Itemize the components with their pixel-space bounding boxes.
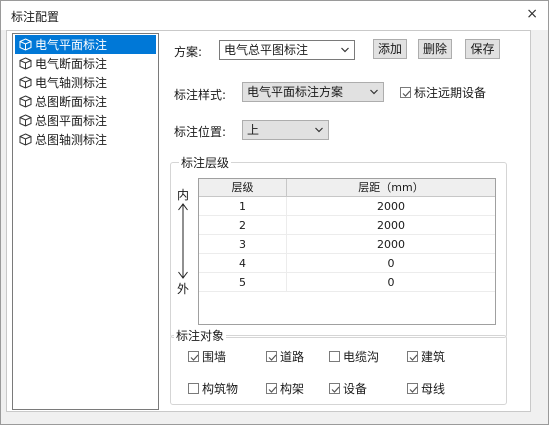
cable-trench-checkbox[interactable]: 电缆沟: [329, 348, 379, 364]
levels-group-title: 标注层级: [179, 154, 232, 171]
checkbox-label: 母线: [421, 381, 446, 396]
cube-icon: [19, 57, 32, 70]
table-cell-spacing[interactable]: 0: [287, 254, 495, 273]
far-devices-checkbox[interactable]: 标注远期设备: [400, 84, 486, 100]
equipment-checkbox[interactable]: 设备: [329, 380, 367, 396]
tree-item-site-plan[interactable]: 总图平面标注: [15, 111, 156, 130]
table-cell-level[interactable]: 2: [199, 216, 287, 235]
scheme-label: 方案:: [174, 45, 203, 59]
add-button[interactable]: 添加: [373, 39, 407, 59]
table-cell-level[interactable]: 5: [199, 273, 287, 292]
cube-icon: [19, 95, 32, 108]
table-cell-spacing[interactable]: 0: [287, 273, 495, 292]
column-header-spacing: 层距（mm）: [287, 179, 495, 197]
style-label: 标注样式:: [174, 88, 227, 102]
style-select-value: 电气平面标注方案: [247, 85, 344, 99]
tree-item-electrical-axonometric[interactable]: 电气轴测标注: [15, 73, 156, 92]
content-panel: 电气平面标注 电气断面标注 电气轴测标注 总图断面标注 总图平面标注 总图轴测标…: [6, 30, 531, 412]
save-button[interactable]: 保存: [465, 39, 500, 59]
vertical-double-arrow-icon: [178, 203, 188, 279]
table-cell-spacing[interactable]: 2000: [287, 216, 495, 235]
levels-table: 层级 层距（mm） 1 2000 2 2000 3 2000 4 0 5 0: [198, 178, 496, 325]
road-checkbox[interactable]: 道路: [266, 348, 304, 364]
checkbox-box: [329, 350, 340, 362]
chevron-down-icon: [370, 89, 378, 95]
tree-item-label: 总图平面标注: [35, 114, 108, 128]
column-header-level: 层级: [199, 179, 287, 197]
wall-checkbox[interactable]: 围墙: [188, 348, 226, 364]
busbar-checkbox[interactable]: 母线: [407, 380, 445, 396]
position-label: 标注位置:: [174, 125, 227, 139]
delete-button[interactable]: 删除: [418, 39, 452, 59]
checkbox-label: 设备: [343, 381, 368, 396]
tree-item-label: 电气平面标注: [35, 38, 108, 52]
chevron-down-icon: [341, 47, 349, 53]
cube-icon: [19, 38, 32, 51]
tree-item-site-axonometric[interactable]: 总图轴测标注: [15, 130, 156, 149]
position-select[interactable]: 上: [242, 120, 329, 140]
checkbox-label: 构架: [280, 381, 305, 396]
tree-item-label: 总图断面标注: [35, 95, 108, 109]
checkbox-box: [329, 382, 340, 394]
table-cell-spacing[interactable]: 2000: [287, 235, 495, 254]
scheme-tree: 电气平面标注 电气断面标注 电气轴测标注 总图断面标注 总图平面标注 总图轴测标…: [12, 33, 159, 410]
checkbox-label: 标注远期设备: [414, 85, 487, 100]
cube-icon: [19, 133, 32, 146]
window-title: 标注配置: [11, 10, 60, 24]
objects-group-title: 标注对象: [174, 327, 227, 344]
tree-item-label: 总图轴测标注: [35, 133, 108, 147]
checkbox-box: [407, 382, 418, 394]
tree-item-electrical-section[interactable]: 电气断面标注: [15, 54, 156, 73]
tree-item-site-section[interactable]: 总图断面标注: [15, 92, 156, 111]
checkbox-box: [400, 86, 411, 98]
checkbox-label: 围墙: [202, 349, 227, 364]
inner-label: 内: [177, 188, 190, 202]
building-checkbox[interactable]: 建筑: [407, 348, 445, 364]
outer-label: 外: [177, 282, 190, 296]
tree-item-label: 电气断面标注: [35, 57, 108, 71]
annotation-config-dialog: 标注配置 × 电气平面标注 电气断面标注 电气轴测标注 总图断面标注 总图平面标…: [0, 0, 549, 425]
table-cell-level[interactable]: 1: [199, 197, 287, 216]
style-select[interactable]: 电气平面标注方案: [242, 82, 384, 102]
position-select-value: 上: [247, 123, 260, 137]
tree-item-electrical-plan[interactable]: 电气平面标注: [15, 35, 156, 54]
scheme-select-value: 电气总平图标注: [224, 43, 309, 57]
checkbox-label: 电缆沟: [343, 349, 380, 364]
cube-icon: [19, 114, 32, 127]
close-icon[interactable]: ×: [526, 6, 538, 22]
structure-checkbox[interactable]: 构筑物: [188, 380, 238, 396]
tree-item-label: 电气轴测标注: [35, 76, 108, 90]
checkbox-label: 构筑物: [202, 381, 239, 396]
checkbox-box: [188, 382, 199, 394]
cube-icon: [19, 76, 32, 89]
scheme-select[interactable]: 电气总平图标注: [219, 40, 355, 60]
checkbox-box: [266, 350, 277, 362]
table-cell-level[interactable]: 4: [199, 254, 287, 273]
checkbox-box: [407, 350, 418, 362]
checkbox-label: 建筑: [421, 349, 446, 364]
checkbox-box: [266, 382, 277, 394]
chevron-down-icon: [315, 127, 323, 133]
checkbox-box: [188, 350, 199, 362]
table-cell-level[interactable]: 3: [199, 235, 287, 254]
title-bar: 标注配置 ×: [1, 1, 548, 30]
checkbox-label: 道路: [280, 349, 305, 364]
frame-checkbox[interactable]: 构架: [266, 380, 304, 396]
table-cell-spacing[interactable]: 2000: [287, 197, 495, 216]
